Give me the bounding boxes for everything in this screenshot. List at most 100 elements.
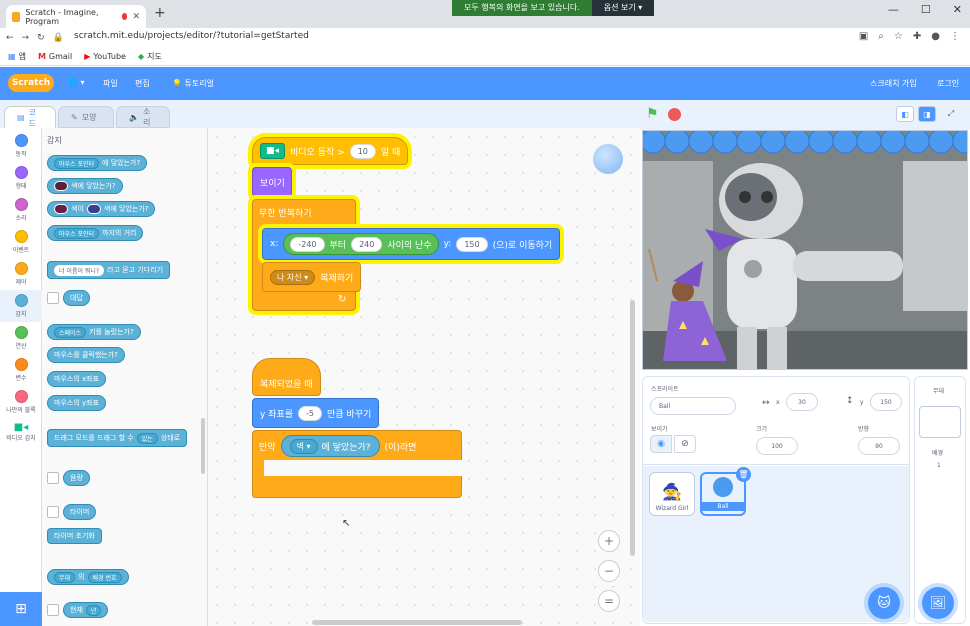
bookmark-apps[interactable]: ▦ 앱 — [8, 51, 26, 62]
back-icon[interactable]: ← — [6, 33, 14, 43]
profile-icon[interactable]: ● — [931, 31, 940, 42]
bookmark-youtube[interactable]: ▶ YouTube — [84, 52, 126, 61]
more-menu-icon[interactable]: ⋮ — [950, 31, 960, 42]
block-color-touching-color[interactable]: 색이 색에 닿았는가? — [47, 201, 156, 217]
checkbox-current[interactable] — [47, 604, 59, 616]
block-timer[interactable]: 타이머 — [63, 504, 97, 520]
tab-code[interactable]: ▤ 코드 — [4, 106, 56, 128]
extensions-icon[interactable]: ✚ — [913, 31, 921, 42]
category-looks[interactable]: 형태 — [0, 166, 42, 190]
forward-icon[interactable]: → — [22, 33, 30, 43]
stage-thumbnail[interactable] — [919, 406, 961, 438]
touching-target-dropdown[interactable]: 벽 ▾ — [289, 438, 318, 454]
category-my-blocks[interactable]: 나만의 블록 — [0, 390, 42, 414]
bookmark-gmail[interactable]: M Gmail — [38, 52, 72, 61]
script-vertical-scrollbar[interactable] — [630, 300, 635, 556]
video-motion-value[interactable]: 10 — [349, 143, 376, 159]
random-from-value[interactable]: -240 — [290, 236, 325, 252]
camera-icon[interactable]: ▣ — [859, 31, 868, 42]
block-answer[interactable]: 대답 — [63, 290, 90, 306]
join-scratch-link[interactable]: 스크래치 가입 — [870, 78, 917, 89]
green-flag-icon[interactable]: ⚑ — [646, 106, 662, 122]
menu-file[interactable]: 파일 — [103, 78, 118, 89]
category-sound[interactable]: 소리 — [0, 198, 42, 222]
zoom-icon[interactable]: ⌕ — [878, 31, 884, 42]
change-y-value[interactable]: -5 — [298, 405, 323, 421]
close-window-icon[interactable]: ✕ — [953, 3, 962, 16]
url-field[interactable]: scratch.mit.edu/projects/editor/?tutoria… — [74, 31, 309, 41]
add-extension-button[interactable]: ⊞ — [0, 592, 42, 626]
block-mouse-y[interactable]: 마우스의 y좌표 — [47, 395, 107, 411]
checkbox-answer[interactable] — [47, 292, 59, 304]
category-sensing[interactable]: 감지 — [0, 290, 42, 322]
zoom-reset-button[interactable]: = — [598, 590, 620, 612]
zoom-out-button[interactable]: − — [598, 560, 620, 582]
sprite-thumb-wizard-girl[interactable]: 🧙 Wizard Girl — [649, 472, 695, 516]
choose-sprite-button[interactable]: 🐱 — [868, 587, 900, 619]
goto-y-value[interactable]: 150 — [456, 236, 488, 252]
checkbox-loudness[interactable] — [47, 472, 59, 484]
category-motion[interactable]: 동작 — [0, 134, 42, 158]
tab-costumes[interactable]: ✎ 모양 — [58, 106, 114, 128]
block-distance-to[interactable]: 마우스 포인터 까지의 거리 — [47, 225, 144, 241]
palette-scrollbar[interactable] — [201, 418, 205, 474]
category-variables[interactable]: 변수 — [0, 358, 42, 382]
language-globe-icon[interactable]: 🌐 ▾ — [68, 78, 85, 87]
star-icon[interactable]: ☆ — [894, 31, 903, 42]
menu-tutorials[interactable]: 💡 튜토리얼 — [172, 78, 214, 89]
color-swatch[interactable] — [54, 181, 68, 191]
hide-eye-icon[interactable]: ⊘ — [674, 435, 696, 453]
tab-sounds[interactable]: 🔈 소리 — [116, 106, 170, 128]
sign-in-link[interactable]: 로그인 — [937, 78, 959, 89]
maximize-icon[interactable]: ☐ — [921, 3, 931, 16]
block-touching-edge[interactable]: 벽 ▾ 에 닿았는가? — [280, 435, 380, 457]
script-horizontal-scrollbar[interactable] — [312, 620, 522, 625]
show-visible-eye-icon[interactable]: ◉ — [650, 435, 672, 453]
sprite-name-input[interactable]: Ball — [650, 397, 736, 415]
stop-icon[interactable] — [668, 108, 681, 121]
checkbox-timer[interactable] — [47, 506, 59, 518]
clone-target-dropdown[interactable]: 나 자신 ▾ — [270, 269, 316, 285]
sprite-x-input[interactable]: 30 — [786, 393, 818, 411]
block-current-time[interactable]: 현재 년 — [63, 602, 109, 618]
category-events[interactable]: 이벤트 — [0, 230, 42, 254]
normal-stage-button[interactable]: ◨ — [918, 106, 936, 122]
block-loudness[interactable]: 음량 — [63, 470, 90, 486]
block-set-drag-mode[interactable]: 드래그 모드를 드래그 할 수 있는 상태로 — [47, 429, 188, 447]
category-control[interactable]: 제어 — [0, 262, 42, 286]
block-key-pressed[interactable]: 스페이스 키를 눌렀는가? — [47, 324, 141, 340]
block-when-video-motion[interactable]: ■◂ 비디오 동작 > 10 일 때 — [252, 137, 409, 165]
block-pick-random[interactable]: -240 부터 240 사이의 난수 — [283, 233, 439, 255]
new-tab-button[interactable]: + — [154, 5, 166, 21]
block-goto-xy[interactable]: x: -240 부터 240 사이의 난수 y: 150 (으)로 이동하기 — [262, 228, 561, 260]
color-swatch[interactable] — [86, 204, 101, 214]
scratch-logo[interactable]: Scratch — [8, 74, 54, 92]
block-backdrop-of[interactable]: 무대 의 배경 번호 — [47, 569, 129, 585]
reload-icon[interactable]: ↻ — [37, 33, 45, 43]
menu-edit[interactable]: 편집 — [135, 78, 150, 89]
category-video-sensing[interactable]: ■◂ 비디오 감지 — [0, 422, 42, 442]
random-to-value[interactable]: 240 — [351, 236, 383, 252]
choose-backdrop-button[interactable]: 🖼 — [922, 587, 954, 619]
zoom-in-button[interactable]: + — [598, 530, 620, 552]
sprite-direction-input[interactable]: 90 — [858, 437, 900, 455]
block-touching-mouse[interactable]: 마우스 포인터 에 닿았는가? — [47, 155, 148, 171]
sprite-y-input[interactable]: 150 — [870, 393, 902, 411]
block-when-i-start-as-clone[interactable]: 복제되었을 때 — [252, 358, 321, 396]
sprite-size-input[interactable]: 100 — [756, 437, 798, 455]
block-show[interactable]: 보이기 — [252, 167, 292, 197]
stage-canvas[interactable] — [642, 130, 968, 370]
block-change-y-by[interactable]: y 좌표를 -5 만큼 바꾸기 — [252, 398, 380, 428]
fullscreen-icon[interactable]: ⤢ — [942, 106, 960, 122]
small-stage-button[interactable]: ◧ — [896, 106, 914, 122]
block-ask-and-wait[interactable]: 너 이름이 뭐니? 라고 묻고 기다리기 — [47, 261, 171, 279]
block-mouse-down[interactable]: 마우스를 클릭했는가? — [47, 347, 125, 363]
share-options-button[interactable]: 옵션 보기 ▾ — [591, 0, 655, 16]
block-create-clone[interactable]: 나 자신 ▾ 복제하기 — [262, 262, 362, 292]
delete-sprite-icon[interactable]: 🗑 — [736, 467, 751, 482]
block-touching-color[interactable]: 색에 닿았는가? — [47, 178, 123, 194]
minimize-icon[interactable]: — — [888, 3, 899, 16]
color-swatch[interactable] — [54, 204, 68, 214]
browser-tab[interactable]: Scratch - Imagine, Program ✕ — [6, 5, 146, 28]
block-reset-timer[interactable]: 타이머 초기화 — [47, 528, 102, 544]
